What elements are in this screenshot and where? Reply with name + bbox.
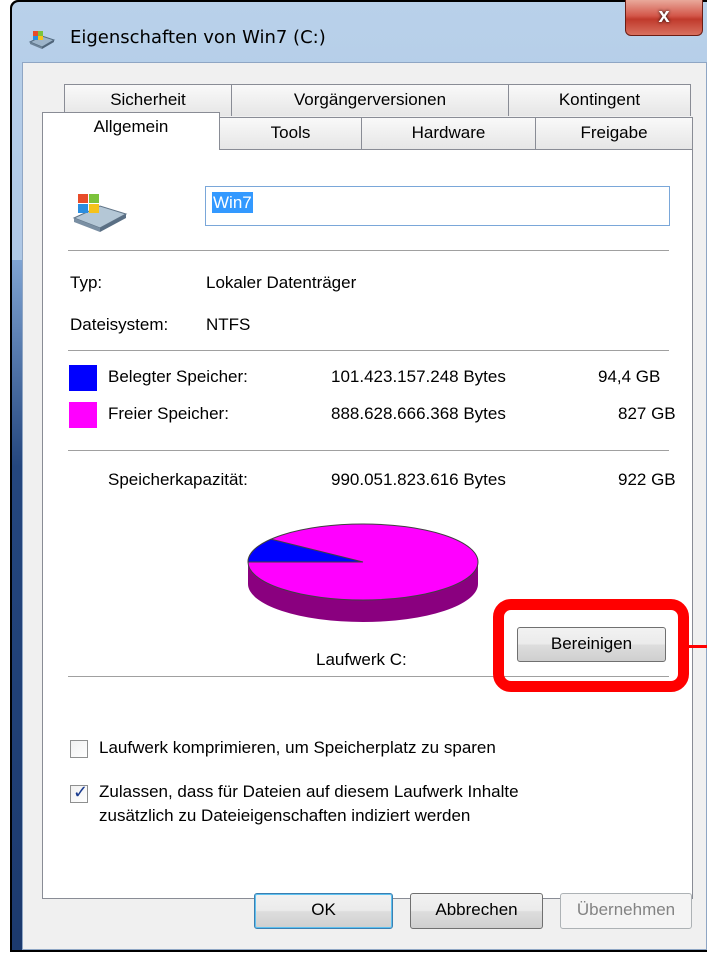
capacity-size: 922 GB <box>618 470 676 489</box>
free-space-swatch <box>69 402 97 428</box>
annotation-pointer <box>689 645 707 648</box>
drive-icon <box>28 31 56 49</box>
type-value: Lokaler Datenträger <box>206 273 357 292</box>
apply-button[interactable]: Übernehmen <box>560 893 692 929</box>
index-label-line1: Zulassen, dass für Dateien auf diesem La… <box>99 782 519 801</box>
tab-allgemein[interactable]: Allgemein <box>42 112 220 150</box>
filesystem-label: Dateisystem: <box>70 315 169 334</box>
hard-drive-icon <box>72 194 128 232</box>
compress-label: Laufwerk komprimieren, um Speicherplatz … <box>99 738 496 757</box>
cancel-button[interactable]: Abbrechen <box>410 893 543 929</box>
tab-hardware[interactable]: Hardware <box>361 117 536 149</box>
ok-button[interactable]: OK <box>254 893 393 929</box>
drive-name-value: Win7 <box>212 192 253 213</box>
checkmark-icon: ✓ <box>73 782 89 802</box>
used-space-size: 94,4 GB <box>598 367 661 386</box>
separator <box>68 250 669 251</box>
index-checkbox[interactable]: ✓ <box>70 782 89 803</box>
window-title: Eigenschaften von Win7 (C:) <box>70 27 326 48</box>
free-space-bytes: 888.628.666.368 Bytes <box>331 404 506 423</box>
used-space-label: Belegter Speicher: <box>108 367 248 386</box>
window-border <box>12 260 22 950</box>
separator <box>68 450 669 451</box>
used-space-swatch <box>69 365 97 391</box>
free-space-label: Freier Speicher: <box>108 404 229 423</box>
close-button[interactable]: x <box>625 0 703 36</box>
filesystem-value: NTFS <box>206 315 251 334</box>
compress-checkbox[interactable] <box>70 740 88 758</box>
capacity-label: Speicherkapazität: <box>108 470 248 489</box>
drive-name-input[interactable]: Win7 <box>205 186 670 226</box>
used-space-bytes: 101.423.157.248 Bytes <box>331 367 506 386</box>
index-label-line2: zusätzlich zu Dateieigenschaften indizie… <box>99 806 471 825</box>
free-space-size: 827 GB <box>618 404 676 423</box>
tab-kontingent[interactable]: Kontingent <box>508 84 691 116</box>
tab-tools[interactable]: Tools <box>219 117 362 149</box>
separator <box>68 350 669 351</box>
disk-usage-pie-chart <box>247 523 479 622</box>
tab-freigabe[interactable]: Freigabe <box>535 117 693 149</box>
highlight-annotation <box>493 599 689 692</box>
type-label: Typ: <box>70 273 103 292</box>
drive-label: Laufwerk C: <box>316 650 407 669</box>
tab-vorgaengerversionen[interactable]: Vorgängerversionen <box>231 84 509 116</box>
capacity-bytes: 990.051.823.616 Bytes <box>331 470 506 489</box>
